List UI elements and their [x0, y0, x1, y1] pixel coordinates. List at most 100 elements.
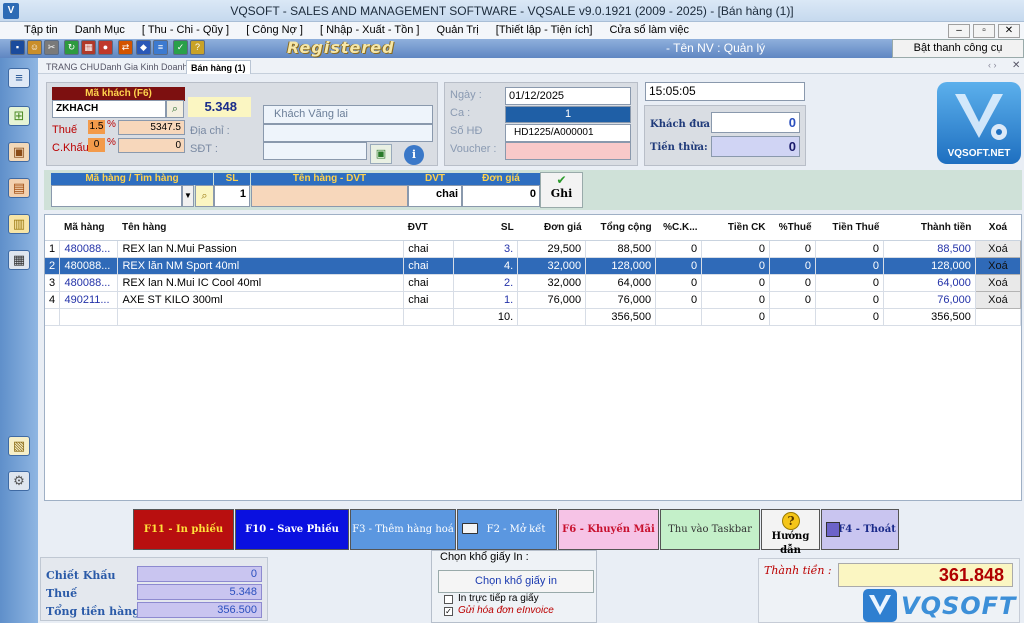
- book-icon[interactable]: ▤: [8, 178, 30, 198]
- menu-admin[interactable]: Quản Trị: [437, 22, 479, 39]
- col-unit[interactable]: ĐVT: [403, 215, 454, 241]
- row-tax[interactable]: 0: [815, 257, 884, 275]
- exit-button[interactable]: F4 - Thoát: [821, 509, 899, 550]
- add-item-button[interactable]: F3 - Thêm hàng hoá: [350, 509, 456, 550]
- tools-icon[interactable]: ✂: [44, 40, 59, 55]
- diamond-icon[interactable]: ◆: [136, 40, 151, 55]
- check-icon[interactable]: ✓: [173, 40, 188, 55]
- qty-input[interactable]: 1: [214, 185, 250, 207]
- col-code[interactable]: Mã hàng: [59, 215, 118, 241]
- row-ck-pct[interactable]: 0: [655, 291, 703, 309]
- col-tax-pct[interactable]: %Thuế: [769, 215, 816, 241]
- basket-icon[interactable]: ⊞: [8, 106, 30, 126]
- col-name[interactable]: Tên hàng: [117, 215, 404, 241]
- row-ck-pct[interactable]: 0: [655, 257, 703, 275]
- col-price[interactable]: Đơn giá: [517, 215, 586, 241]
- open-drawer-button[interactable]: F2 - Mở kết tiền: [457, 509, 557, 574]
- row-ck-pct[interactable]: 0: [655, 274, 703, 292]
- refresh-icon[interactable]: ↻: [64, 40, 79, 55]
- row-name[interactable]: REX lan N.Mui IC Cool 40ml: [117, 274, 405, 292]
- row-qty[interactable]: 2.: [453, 274, 519, 292]
- customer-search-icon[interactable]: ⌕: [166, 100, 184, 118]
- info-icon[interactable]: i: [404, 145, 424, 165]
- delete-row-button[interactable]: Xoá: [974, 239, 1022, 258]
- promotion-button[interactable]: F6 - Khuyến Mãi: [558, 509, 659, 550]
- unit-input[interactable]: chai: [408, 185, 462, 207]
- settings-icon[interactable]: ⚙: [8, 471, 30, 491]
- row-unit[interactable]: chai: [403, 257, 455, 275]
- row-name[interactable]: AXE ST KILO 300ml: [117, 291, 405, 309]
- row-name[interactable]: REX lăn NM Sport 40ml: [117, 257, 405, 275]
- einvoice-checkbox[interactable]: ✓: [444, 607, 453, 616]
- minimize-to-taskbar-button[interactable]: Thu vào Taskbar: [660, 509, 760, 550]
- menu-settings[interactable]: [Thiết lập - Tiện ích]: [496, 22, 593, 39]
- date-input[interactable]: 01/12/2025: [505, 87, 631, 105]
- row-ck-pct[interactable]: 0: [655, 240, 703, 258]
- table-row[interactable]: 1 480088... REX lan N.Mui Passion chai 3…: [45, 239, 1022, 258]
- row-code[interactable]: 480088...: [59, 274, 119, 292]
- users-icon[interactable]: ☺: [27, 40, 42, 55]
- box-icon[interactable]: ▣: [8, 142, 30, 162]
- menu-cashbook[interactable]: [ Thu - Chi - Qũy ]: [142, 22, 229, 39]
- row-unit[interactable]: chai: [403, 240, 455, 258]
- row-tax-pct[interactable]: 0: [769, 257, 817, 275]
- shift-input[interactable]: 1: [505, 106, 631, 123]
- row-ck[interactable]: 0: [701, 291, 771, 309]
- report-icon[interactable]: ▧: [8, 436, 30, 456]
- row-price[interactable]: 32,000: [517, 257, 587, 275]
- row-ck[interactable]: 0: [701, 257, 771, 275]
- tab-home[interactable]: TRANG CHU: [42, 60, 104, 74]
- tab-scroll-arrows[interactable]: ‹ ›: [988, 60, 997, 70]
- row-tax-pct[interactable]: 0: [769, 240, 817, 258]
- col-ck[interactable]: Tiền CK: [701, 215, 770, 241]
- discount-amount-input[interactable]: 0: [118, 138, 185, 153]
- folder-search-icon[interactable]: ⌕: [195, 185, 214, 207]
- row-ck[interactable]: 0: [701, 240, 771, 258]
- save-customer-icon[interactable]: ▣: [370, 144, 392, 164]
- customer-code-input[interactable]: ZKHACH: [52, 100, 166, 118]
- transfer-icon[interactable]: ⇄: [118, 40, 133, 55]
- row-tax-pct[interactable]: 0: [769, 274, 817, 292]
- print-receipt-button[interactable]: F11 - In phiếu: [133, 509, 234, 550]
- table-row[interactable]: 2 480088... REX lăn NM Sport 40ml chai 4…: [45, 256, 1022, 275]
- row-qty[interactable]: 3.: [453, 240, 519, 258]
- row-price[interactable]: 76,000: [517, 291, 587, 309]
- menu-catalog[interactable]: Danh Mục: [75, 22, 125, 39]
- discount-percent-input[interactable]: 0: [88, 138, 105, 152]
- save-icon[interactable]: ▪: [10, 40, 25, 55]
- close-button[interactable]: ✕: [998, 24, 1020, 38]
- tab-business-review[interactable]: Danh Gia Kinh Doanh: [96, 60, 192, 74]
- row-code[interactable]: 490211...: [59, 291, 119, 309]
- chevron-down-icon[interactable]: ▼: [182, 185, 194, 207]
- delete-row-button[interactable]: Xoá: [974, 256, 1022, 275]
- price-input[interactable]: 0: [462, 185, 540, 207]
- row-ck[interactable]: 0: [701, 274, 771, 292]
- save-line-button[interactable]: ✔ Ghi: [540, 172, 583, 208]
- row-unit[interactable]: chai: [403, 274, 455, 292]
- minimize-button[interactable]: –: [948, 24, 970, 38]
- paid-input[interactable]: 0: [711, 112, 800, 133]
- menu-file[interactable]: Tập tin: [24, 22, 58, 39]
- help-icon[interactable]: ?: [190, 40, 205, 55]
- table-row[interactable]: 3 480088... REX lan N.Mui IC Cool 40ml c…: [45, 273, 1022, 292]
- voucher-input[interactable]: [505, 142, 631, 160]
- tax-percent-input[interactable]: 1.5: [88, 120, 105, 134]
- row-qty[interactable]: 4.: [453, 257, 519, 275]
- alert-icon[interactable]: ●: [98, 40, 113, 55]
- col-amount[interactable]: Thành tiền: [883, 215, 976, 241]
- menu-windows[interactable]: Cửa sổ làm việc: [609, 22, 689, 39]
- menu-inventory[interactable]: [ Nhập - Xuất - Tồn ]: [320, 22, 419, 39]
- item-name-input[interactable]: [251, 185, 408, 207]
- item-code-input[interactable]: [51, 185, 182, 207]
- row-unit[interactable]: chai: [403, 291, 455, 309]
- row-tax[interactable]: 0: [815, 291, 884, 309]
- list-icon[interactable]: ≡: [153, 40, 168, 55]
- phone-input[interactable]: [263, 142, 367, 160]
- row-code[interactable]: 480088...: [59, 240, 119, 258]
- menu-list-icon[interactable]: ≡: [8, 68, 30, 88]
- col-total[interactable]: Tổng cộng: [585, 215, 656, 241]
- show-toolbar-button[interactable]: Bật thanh công cụ: [892, 39, 1024, 58]
- row-qty[interactable]: 1.: [453, 291, 519, 309]
- col-ck-pct[interactable]: %C.K...: [655, 215, 702, 241]
- delete-row-button[interactable]: Xoá: [974, 290, 1022, 309]
